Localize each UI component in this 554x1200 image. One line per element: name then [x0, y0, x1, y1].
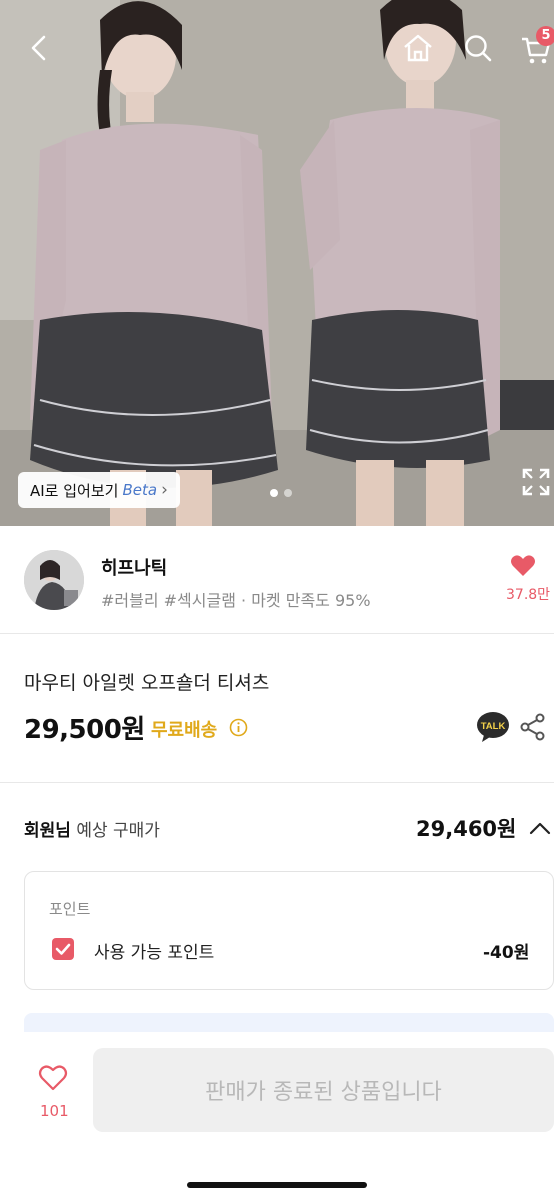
cart-count-badge: 5	[536, 26, 554, 46]
seller-name[interactable]: 히프나틱	[101, 554, 167, 580]
member-price-value: 29,460원	[416, 817, 517, 841]
home-indicator	[187, 1182, 367, 1188]
points-checkbox[interactable]	[52, 938, 74, 960]
info-icon[interactable]	[229, 718, 248, 737]
next-section-peek	[24, 1013, 554, 1033]
free-shipping-label: 무료배송	[151, 720, 218, 741]
check-icon	[55, 943, 71, 955]
home-icon	[404, 34, 432, 62]
seller-like-count: 37.8만	[506, 587, 551, 603]
heart-outline-icon	[38, 1065, 68, 1091]
product-image-gallery[interactable]: 5 AI로 입어보기 Beta ›	[0, 0, 554, 526]
bottom-action-bar: 101 판매가 종료된 상품입니다	[0, 1032, 554, 1200]
gallery-dot-active[interactable]	[270, 489, 278, 497]
seller-tags: #러블리 #섹시글램 · 마켓 만족도 95%	[101, 591, 371, 610]
avatar-image	[24, 550, 84, 610]
kakao-talk-icon: TALK	[477, 712, 509, 742]
gallery-dot[interactable]	[284, 489, 292, 497]
member-label-rest: 예상 구매가	[70, 821, 160, 841]
section-divider	[0, 782, 554, 783]
seller-section: 히프나틱 #러블리 #섹시글램 · 마켓 만족도 95% 37.8만	[0, 526, 554, 634]
heart-filled-icon	[511, 555, 535, 576]
expand-icon	[522, 468, 550, 496]
seller-avatar[interactable]	[24, 550, 84, 610]
ai-try-on-button[interactable]: AI로 입어보기 Beta ›	[18, 472, 180, 508]
available-points-value: -40원	[483, 943, 530, 963]
member-price-label: 회원님 예상 구매가	[24, 816, 160, 841]
share-button[interactable]	[520, 713, 546, 741]
sold-out-button: 판매가 종료된 상품입니다	[93, 1048, 554, 1132]
svg-text:TALK: TALK	[481, 721, 506, 732]
back-button[interactable]	[18, 26, 62, 70]
share-icon	[520, 713, 545, 741]
available-points-label: 사용 가능 포인트	[94, 943, 215, 963]
member-label-bold: 회원님	[24, 821, 71, 841]
search-icon	[465, 35, 492, 62]
gallery-pagination	[270, 489, 292, 497]
wishlist-count: 101	[40, 1102, 69, 1120]
beta-tag: Beta	[122, 481, 158, 499]
home-button[interactable]	[396, 26, 440, 70]
expand-image-button[interactable]	[520, 466, 552, 498]
product-price: 29,500원	[24, 715, 145, 745]
chevron-up-icon	[529, 822, 551, 835]
points-heading: 포인트	[49, 900, 91, 918]
product-title: 마우티 아일렛 오프숄더 티셔츠	[24, 672, 270, 694]
collapse-price-button[interactable]	[528, 816, 552, 840]
points-panel: 포인트 사용 가능 포인트 -40원	[24, 871, 554, 990]
search-button[interactable]	[456, 26, 500, 70]
product-photo	[0, 0, 554, 526]
chevron-left-icon	[31, 35, 46, 61]
chevron-right-icon: ›	[161, 480, 168, 500]
ai-try-on-label: AI로 입어보기	[30, 481, 119, 500]
kakao-talk-button[interactable]: TALK	[476, 711, 510, 743]
seller-like-button[interactable]	[510, 554, 554, 582]
